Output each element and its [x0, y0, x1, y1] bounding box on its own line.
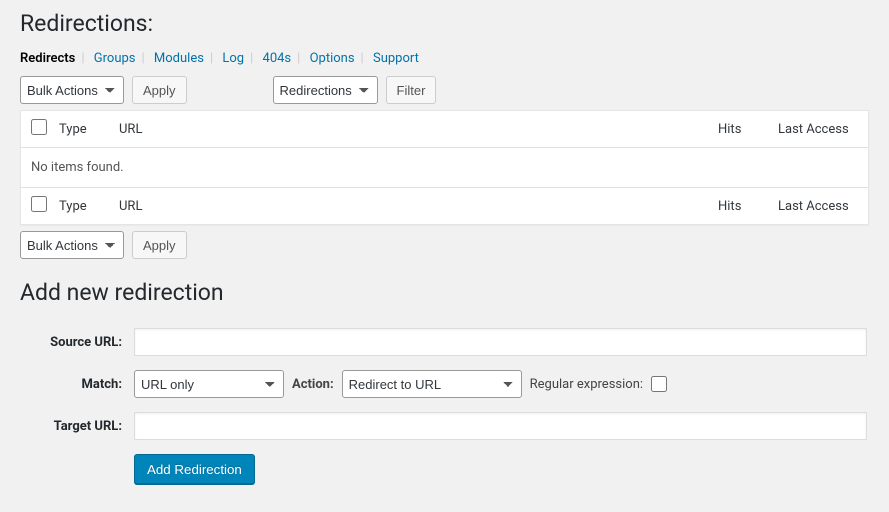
add-redirection-form: Source URL: Match: URL only Action: Redi…: [20, 320, 869, 492]
filter-select[interactable]: Redirections: [273, 76, 378, 104]
apply-button-top[interactable]: Apply: [132, 76, 187, 104]
regex-checkbox[interactable]: [651, 376, 667, 392]
target-url-label: Target URL:: [22, 406, 132, 446]
tab-log[interactable]: Log: [222, 51, 244, 66]
col-last-access[interactable]: Last Access: [768, 111, 868, 148]
tab-options[interactable]: Options: [310, 51, 355, 66]
col-hits[interactable]: Hits: [708, 111, 768, 148]
source-url-input[interactable]: [134, 328, 867, 356]
col-hits-foot[interactable]: Hits: [708, 187, 768, 224]
tablenav-bottom: Bulk Actions Apply: [20, 231, 869, 259]
tab-redirects[interactable]: Redirects: [20, 51, 75, 66]
select-all-bottom[interactable]: [31, 196, 47, 212]
col-type[interactable]: Type: [49, 111, 109, 148]
page-title: Redirections:: [20, 10, 869, 37]
col-type-foot[interactable]: Type: [49, 187, 109, 224]
match-label: Match:: [22, 364, 132, 404]
source-url-label: Source URL:: [22, 322, 132, 362]
add-redirection-button[interactable]: Add Redirection: [134, 454, 255, 484]
col-last-access-foot[interactable]: Last Access: [768, 187, 868, 224]
action-select[interactable]: Redirect to URL: [342, 370, 522, 398]
add-form-heading: Add new redirection: [20, 279, 869, 306]
tab-nav: Redirects| Groups| Modules| Log| 404s| O…: [20, 51, 869, 66]
tab-support[interactable]: Support: [373, 51, 419, 66]
select-all-top[interactable]: [31, 119, 47, 135]
no-items-message: No items found.: [21, 148, 868, 187]
filter-button[interactable]: Filter: [386, 76, 437, 104]
target-url-input[interactable]: [134, 412, 867, 440]
bulk-action-select-bottom[interactable]: Bulk Actions: [20, 231, 124, 259]
action-label: Action:: [292, 377, 334, 392]
bulk-action-select-top[interactable]: Bulk Actions: [20, 76, 124, 104]
col-url[interactable]: URL: [109, 111, 708, 148]
match-select[interactable]: URL only: [134, 370, 284, 398]
tab-modules[interactable]: Modules: [154, 51, 204, 66]
tab-404s[interactable]: 404s: [263, 51, 292, 66]
regex-label: Regular expression:: [530, 377, 643, 392]
tab-groups[interactable]: Groups: [94, 51, 136, 66]
apply-button-bottom[interactable]: Apply: [132, 231, 187, 259]
redirects-table: Type URL Hits Last Access No items found…: [20, 110, 869, 225]
tablenav-top: Bulk Actions Apply Redirections Filter: [20, 76, 869, 104]
col-url-foot[interactable]: URL: [109, 187, 708, 224]
